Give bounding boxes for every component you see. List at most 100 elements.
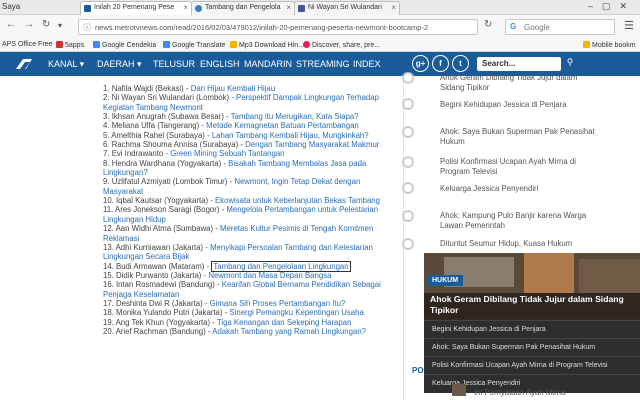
bookmark-item[interactable]: Discover, share, pre...: [303, 41, 380, 49]
list-item: 18. Monika Yulando Putri (Jakarta) - Sin…: [103, 308, 393, 317]
bookmark-item[interactable]: Google Cendekia: [93, 41, 156, 49]
article-link[interactable]: Newmont dan Masa Depan Bangsa: [208, 271, 331, 280]
nav-mandarin[interactable]: MANDARIN: [244, 59, 292, 69]
popup-headline[interactable]: Ahok Geram Dibilang Tidak Jujur dalam Si…: [430, 294, 635, 315]
tab-tambang[interactable]: Tambang dan Pengelola ×: [191, 1, 295, 15]
bullet-icon: [402, 126, 414, 138]
search-placeholder: Google: [524, 23, 550, 32]
list-number: 4.: [103, 121, 110, 131]
category-badge[interactable]: HUKUM: [427, 275, 464, 286]
bookmark-icon: [163, 41, 170, 48]
popup-link[interactable]: Begini Kehidupan Jessica di Penjara: [424, 320, 640, 338]
nav-english[interactable]: ENGLISH: [200, 59, 240, 69]
tab-title: Tambang dan Pengelola: [205, 4, 281, 11]
article-link[interactable]: Lahan Tambang Kembali Hijau, Mungkinkah?: [212, 131, 369, 140]
article-link[interactable]: Tambang dan Pengelolaan Lingkungan: [211, 260, 351, 272]
article-link[interactable]: Ekowisata untuk Keberlanjutan Bekas Tamb…: [215, 196, 380, 205]
bookmark-item[interactable]: Mp3 Download Hin...: [230, 41, 304, 49]
nav-index[interactable]: INDEX: [353, 59, 381, 69]
article-link[interactable]: Adakah Tambang yang Ramah Lingkungan?: [212, 327, 366, 336]
bookmark-item[interactable]: Google Translate: [163, 41, 225, 49]
sidebar-news-item[interactable]: Ahok: Saya Bukan Superman Pak Penasihat …: [440, 127, 595, 147]
list-number: 16.: [103, 280, 114, 290]
popup-link[interactable]: Polisi Konfirmasi Ucapan Ayah Mirna di P…: [424, 356, 640, 374]
list-number: 20.: [103, 326, 114, 336]
forward-icon[interactable]: →: [24, 19, 34, 30]
sidebar-news-item[interactable]: Ahok Geram Dibilang Tidak Jujur dalam Si…: [440, 73, 595, 93]
list-number: 11.: [103, 205, 114, 215]
nav-telusur[interactable]: TELUSUR: [153, 59, 195, 69]
window-controls[interactable]: –▢✕: [588, 1, 636, 12]
tab-title: Ni Wayan Sri Wulandari: [308, 4, 382, 11]
close-icon[interactable]: ×: [286, 3, 291, 12]
bookmark-item[interactable]: Mobile bookm: [583, 41, 636, 49]
sidebar-news-item[interactable]: Ahok: Kampung Pulo Banjir karena Warga L…: [440, 211, 595, 231]
nav-kanal[interactable]: KANAL ▾: [48, 59, 84, 70]
tab-article[interactable]: Inilah 20 Pemenang Pese ×: [80, 1, 192, 15]
back-icon[interactable]: ←: [6, 19, 16, 30]
close-icon[interactable]: ×: [391, 3, 396, 12]
list-number: 13.: [103, 242, 114, 252]
list-number: 5.: [103, 130, 110, 140]
site-search-input[interactable]: Search...: [477, 57, 561, 71]
tab-saya[interactable]: Saya: [2, 2, 20, 11]
article-link[interactable]: Green Mining Sebuah Tantangan: [170, 149, 284, 158]
list-number: 6.: [103, 140, 110, 150]
close-icon[interactable]: ×: [183, 3, 188, 12]
bookmarks-bar: APS Office Free 5apps Google Cendekia Go…: [0, 39, 640, 52]
nav-daerah[interactable]: DAERAH ▾: [97, 59, 142, 70]
twitter-icon[interactable]: t: [452, 55, 469, 72]
winner-name: Nafila Wajdi (Bekasi) -: [111, 84, 191, 93]
winners-list: 1. Nafila Wajdi (Bekasi) - Dari Hijau Ke…: [103, 84, 393, 336]
news-popup[interactable]: HUKUM Ahok Geram Dibilang Tidak Jujur da…: [424, 253, 640, 393]
refresh-icon[interactable]: ↻: [484, 19, 492, 30]
article-link[interactable]: Gimana Sih Proses Pertambangan Itu?: [210, 299, 346, 308]
winner-name: Ang Tek Khun (Yogyakarta) -: [115, 317, 217, 327]
sidebar-news-item[interactable]: Keluarga Jessica Penyendiri: [440, 184, 595, 194]
list-number: 18.: [103, 308, 114, 318]
metrotv-logo[interactable]: [14, 56, 34, 72]
article-link[interactable]: Dengan Tambang Masyarakat Makmur: [245, 140, 379, 149]
folder-icon: [230, 41, 237, 48]
list-item: 19. Ang Tek Khun (Yogyakarta) - Tiga Ken…: [103, 318, 393, 327]
list-item: 4. Meliana Ulfa (Tangerang) - Metode Kem…: [103, 121, 393, 130]
google-plus-icon[interactable]: g+: [412, 55, 429, 72]
article-link[interactable]: Tambang itu Merugikan, Kata Siapa?: [231, 112, 359, 121]
winner-name: Ares Jonekson Saragi (Bogor) -: [115, 205, 227, 215]
reload-icon[interactable]: ↻: [42, 19, 50, 30]
list-item: 11. Ares Jonekson Saragi (Bogor) - Menge…: [103, 205, 393, 224]
winner-name: Intan Rosmadewi (Bandung) -: [116, 280, 222, 290]
list-number: 15.: [103, 270, 114, 280]
list-item: 2. Ni Wayan Sri Wulandari (Lombok) - Per…: [103, 93, 393, 112]
article-link[interactable]: Tiga Kenangan dan Sekeping Harapan: [217, 318, 352, 327]
search-icon[interactable]: ⚲: [562, 57, 578, 71]
winner-name: Uzlifatul Azmiyati (Lombok Timur) -: [111, 177, 235, 187]
article-link[interactable]: Sinergi Pemangku Kepentingan Usaha: [229, 308, 363, 317]
bullet-icon: [402, 210, 414, 222]
winner-name: Didik Purwanto (Jakarta) -: [116, 270, 209, 280]
winner-name: Arief Rachman (Bandung) -: [115, 326, 213, 336]
page-info-icon[interactable]: ⓘ: [83, 22, 91, 33]
bookmark-item[interactable]: APS Office Free: [2, 41, 52, 48]
article-link[interactable]: Dari Hijau Kembali Hijau: [191, 84, 276, 93]
tab-wayan[interactable]: Ni Wayan Sri Wulandari ×: [294, 1, 400, 15]
bookmark-item[interactable]: 5apps: [56, 41, 84, 49]
sidebar-news-item[interactable]: Dituntut Seumur Hidup, Kuasa Hukum: [440, 239, 595, 249]
winner-name: Monika Yulando Putri (Jakarta) -: [116, 308, 230, 318]
sidebar-news-item[interactable]: Ini Pernyataan Ayah Mirna: [474, 388, 565, 397]
sidebar-news-item[interactable]: Polisi Konfirmasi Ucapan Ayah Mirna di P…: [440, 157, 595, 177]
facebook-icon[interactable]: f: [432, 55, 449, 72]
news-photo[interactable]: HUKUM Ahok Geram Dibilang Tidak Jujur da…: [424, 253, 640, 319]
bullet-icon: [402, 182, 414, 194]
menu-icon[interactable]: ☰: [624, 19, 634, 32]
search-input[interactable]: G Google: [505, 19, 615, 35]
url-input[interactable]: ⓘ news.metrotvnews.com/read/2016/02/03/4…: [78, 19, 478, 35]
sidebar-news-item[interactable]: Begini Kehidupan Jessica di Penjara: [440, 100, 595, 110]
winner-name: Meliana Ulfa (Tangerang) -: [111, 121, 207, 131]
history-dropdown-icon[interactable]: ▾: [58, 21, 62, 30]
nav-streaming[interactable]: STREAMING: [296, 59, 350, 69]
folder-icon: [583, 41, 590, 48]
article-link[interactable]: Metode Kemagnetan Batuan Pertambangan: [206, 121, 359, 130]
news-thumbnail[interactable]: [452, 384, 466, 396]
popup-link[interactable]: Ahok: Saya Bukan Superman Pak Penasihat …: [424, 338, 640, 356]
